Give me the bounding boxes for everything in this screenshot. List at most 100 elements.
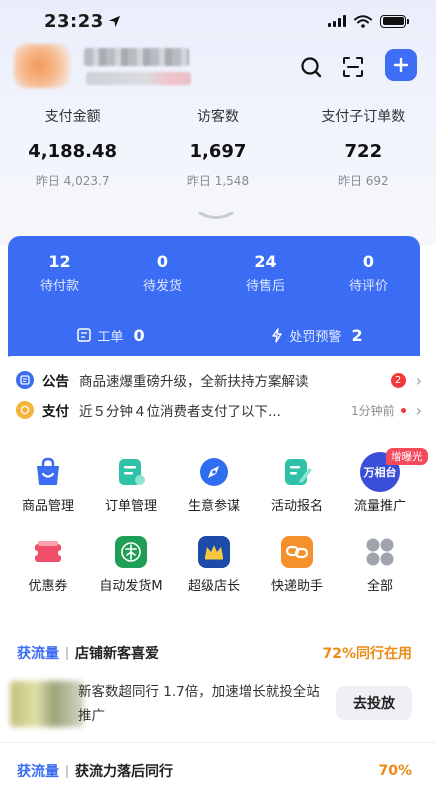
stat-payment-amount[interactable]: 支付金额 4,188.48 昨日 4,023.7	[0, 106, 145, 196]
notice-text: 商品速爆重磅升级，全新扶持方案解读	[79, 374, 309, 390]
stat-value: 4,188.48	[28, 141, 118, 162]
work-order-label: 工单	[97, 329, 124, 345]
payment-coin-icon	[16, 401, 34, 419]
stat-visitors[interactable]: 访客数 1,697 昨日 1,548	[145, 106, 290, 196]
tool-traffic-promotion[interactable]: 万相台 增曝光 流量推广	[338, 448, 428, 516]
stat-yesterday: 昨日 4,023.7	[35, 174, 110, 188]
notice-announcement[interactable]: 公告 商品速爆重磅升级，全新扶持方案解读 2 ›	[16, 368, 422, 392]
notice-time: 1分钟前	[350, 403, 395, 418]
stat-label: 访客数	[196, 109, 239, 125]
order-after-sales[interactable]: 24 待售后	[214, 250, 317, 297]
stat-label: 支付金额	[44, 109, 101, 125]
crown-icon	[198, 536, 230, 568]
order-count: 0	[362, 252, 375, 271]
scan-icon	[343, 57, 363, 77]
stat-value: 1,697	[189, 141, 247, 162]
section-title: 店铺新客喜爱	[75, 646, 159, 662]
order-count: 12	[48, 252, 71, 271]
tool-label: 超级店长	[187, 579, 240, 594]
cellular-signal-icon	[328, 15, 346, 27]
lightning-icon	[272, 327, 283, 343]
penalty-label: 处罚预警	[289, 329, 342, 345]
notice-tag: 公告	[42, 374, 69, 390]
announcement-icon	[16, 371, 34, 389]
stat-value: 722	[344, 141, 383, 162]
order-label: 待售后	[245, 279, 285, 294]
work-order-icon	[77, 328, 92, 342]
tool-coupons[interactable]: 优惠券	[6, 536, 90, 596]
shopping-bag-icon	[32, 456, 64, 488]
launch-promotion-button[interactable]: 去投放	[336, 686, 412, 720]
divider	[0, 742, 436, 743]
clock: 23:23	[44, 10, 104, 32]
notice-panel: 公告 商品速爆重磅升级，全新扶持方案解读 2 › 支付 近５分钟４位消费者支付了…	[0, 356, 436, 432]
order-count: 0	[156, 252, 169, 271]
location-arrow-icon	[108, 15, 120, 27]
shop-avatar[interactable]	[14, 44, 70, 88]
notice-text: 近５分钟４位消费者支付了以下...	[79, 404, 281, 420]
search-icon	[301, 57, 322, 78]
shop-name-blurred[interactable]	[84, 48, 189, 66]
order-pending-shipment[interactable]: 0 待发货	[111, 250, 214, 297]
order-list-icon	[115, 456, 147, 488]
tool-event-registration[interactable]: 活动报名	[255, 456, 339, 516]
search-button[interactable]	[296, 52, 326, 82]
tool-label: 优惠券	[28, 579, 68, 594]
order-status-card: 12 待付款 0 待发货 24 待售后 0 待评价 工单 0 处罚预警 2	[8, 236, 420, 362]
tool-express-assistant[interactable]: 快递助手	[255, 536, 339, 596]
tool-label: 活动报名	[270, 499, 323, 514]
tool-label: 自动发货M	[99, 579, 163, 594]
separator	[66, 764, 68, 778]
order-pending-review[interactable]: 0 待评价	[317, 250, 420, 297]
plus-icon	[393, 57, 409, 73]
coupon-icon	[32, 536, 64, 568]
tool-label: 全部	[366, 579, 393, 594]
penalty-count: 2	[351, 325, 363, 345]
wifi-icon	[354, 14, 372, 28]
chevron-right-icon: ›	[415, 400, 422, 420]
traffic-section-header[interactable]: 获流量 店铺新客喜爱 72%同行在用	[17, 642, 412, 664]
shop-header	[0, 44, 436, 92]
tool-business-advisor[interactable]: 生意参谋	[172, 456, 256, 516]
stat-yesterday: 昨日 692	[337, 174, 389, 188]
stat-yesterday: 昨日 1,548	[186, 174, 250, 188]
penalty-warning-button[interactable]: 处罚预警 2	[214, 319, 420, 351]
grid-dots-icon	[364, 536, 396, 568]
separator	[66, 646, 68, 660]
status-time: 23:23	[44, 11, 121, 32]
expand-chevron-icon[interactable]	[196, 210, 236, 222]
work-order-count: 0	[133, 325, 145, 345]
tool-label: 订单管理	[104, 499, 157, 514]
edit-form-icon	[281, 456, 313, 488]
section-tag: 获流量	[17, 764, 59, 780]
tool-all[interactable]: 全部	[338, 536, 422, 596]
order-label: 待付款	[39, 279, 79, 294]
compass-icon	[198, 456, 230, 488]
brand-logo-text: 万相台	[363, 466, 397, 479]
tool-auto-ship[interactable]: 自动发货M	[89, 536, 173, 596]
stat-sub-orders[interactable]: 支付子订单数 722 昨日 692	[291, 106, 436, 196]
order-label: 待评价	[348, 279, 388, 294]
order-pending-payment[interactable]: 12 待付款	[8, 250, 111, 297]
notice-tag: 支付	[42, 404, 69, 420]
status-bar: 23:23	[0, 0, 436, 42]
traffic-section-header-2[interactable]: 获流量 获流力落后同行 70%	[17, 760, 412, 782]
notice-payment[interactable]: 支付 近５分钟４位消费者支付了以下... 1分钟前 ›	[16, 398, 422, 422]
add-button[interactable]	[385, 49, 417, 81]
work-order-button[interactable]: 工单 0	[8, 319, 214, 351]
tool-super-manager[interactable]: 超级店长	[172, 536, 256, 596]
tool-order-management[interactable]: 订单管理	[89, 456, 173, 516]
stat-label: 支付子订单数	[321, 109, 406, 125]
peer-usage-rate: 72%同行在用	[322, 646, 412, 662]
scan-button[interactable]	[338, 52, 368, 82]
unread-dot	[400, 407, 406, 413]
tool-grid: 商品管理 订单管理 生意参谋 活动报名 万相台 增曝光 流量推广 优惠券 自动发…	[0, 448, 436, 608]
status-indicators	[328, 14, 409, 28]
promo-badge: 增曝光	[386, 448, 428, 465]
unread-badge: 2	[390, 372, 406, 388]
tool-label: 商品管理	[21, 499, 74, 514]
tool-product-management[interactable]: 商品管理	[6, 456, 90, 516]
shop-subtitle-blurred	[86, 72, 191, 85]
peer-rate: 70%	[378, 763, 412, 779]
recommendation-text: 新客数超同行 1.7倍，加速增长就投全站推广	[78, 684, 320, 724]
